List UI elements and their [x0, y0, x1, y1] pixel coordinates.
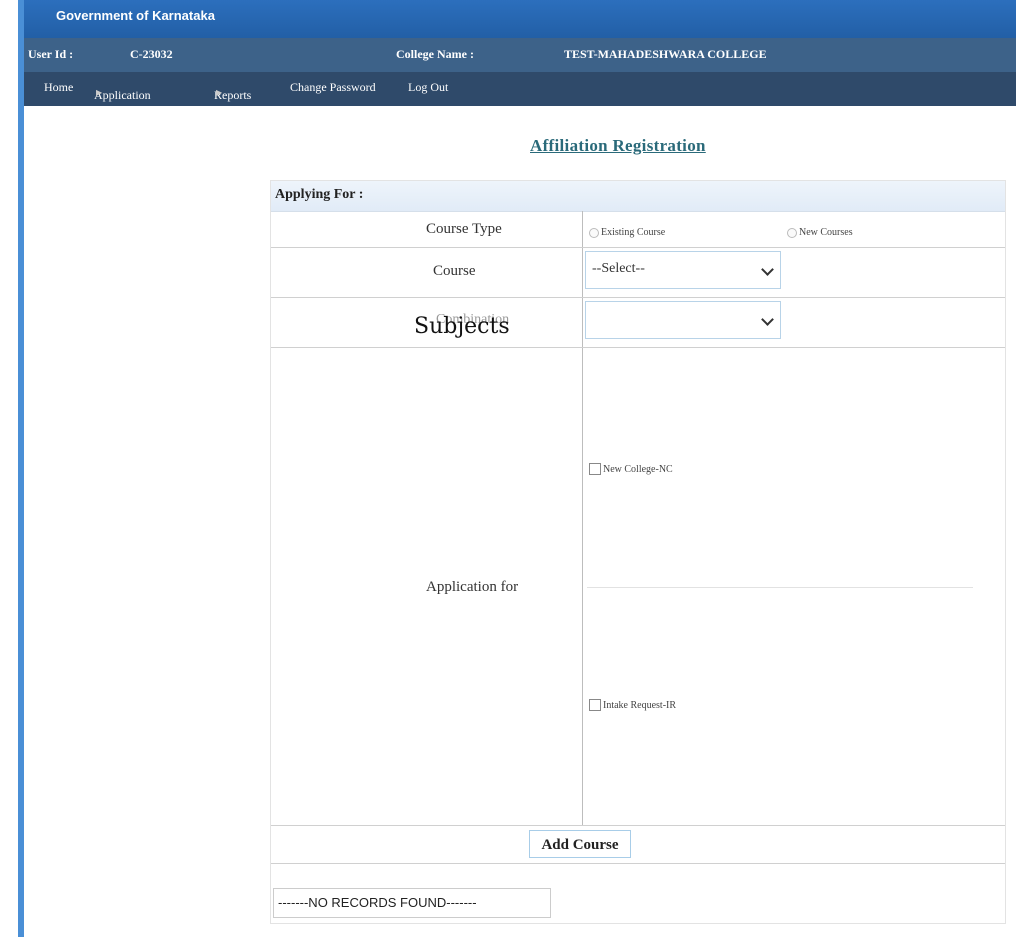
- nav-change-password[interactable]: Change Password: [290, 80, 376, 95]
- existing-course-label: Existing Course: [601, 227, 666, 238]
- radio-icon: [589, 227, 599, 238]
- radio-icon: [787, 227, 797, 238]
- intake-request-checkbox[interactable]: Intake Request-IR: [589, 699, 676, 711]
- row-divider: [271, 863, 1005, 864]
- course-select[interactable]: --Select--: [585, 251, 781, 289]
- government-title: Government of Karnataka: [56, 8, 215, 23]
- submenu-arrow-icon: ▶: [216, 88, 223, 97]
- subjects-overlay-label: Subjects: [414, 314, 510, 339]
- row-divider: [271, 297, 1005, 298]
- new-college-label: New College-NC: [603, 463, 673, 475]
- checkbox-icon: [589, 463, 601, 475]
- user-id-label: User Id :: [28, 47, 74, 61]
- submenu-arrow-icon: ▶: [96, 88, 103, 97]
- college-name-value: TEST-MAHADESHWARA COLLEGE: [564, 47, 767, 61]
- nav-home[interactable]: Home: [44, 80, 73, 95]
- row-divider: [271, 347, 1005, 348]
- registration-form: Applying For : Course Type Existing Cour…: [270, 180, 1006, 924]
- user-id-value: C-23032: [130, 47, 173, 61]
- college-name-label: College Name :: [396, 47, 474, 61]
- course-label: Course: [433, 263, 476, 279]
- option-divider: [587, 587, 973, 588]
- main-nav: Home Application ▶ Reports ▶ Change Passwo…: [24, 72, 1016, 106]
- chevron-down-icon: [761, 313, 774, 326]
- application-for-label: Application for: [426, 579, 519, 595]
- new-college-checkbox[interactable]: New College-NC: [589, 463, 673, 475]
- chevron-down-icon: [761, 263, 774, 276]
- add-course-button[interactable]: Add Course: [529, 830, 631, 858]
- intake-request-label: Intake Request-IR: [603, 699, 677, 711]
- new-courses-label: New Courses: [799, 227, 853, 238]
- no-records-message: -------NO RECORDS FOUND-------: [273, 888, 551, 918]
- user-info-bar: User Id : C-23032 College Name : TEST-MA…: [24, 38, 1016, 72]
- page-title: Affiliation Registration: [530, 136, 706, 155]
- section-header: Applying For :: [271, 181, 1005, 212]
- nav-application-label: Application: [94, 88, 151, 102]
- combination-select[interactable]: [585, 301, 781, 339]
- course-select-value: --Select--: [592, 261, 645, 276]
- existing-course-radio[interactable]: Existing Course: [589, 227, 665, 238]
- column-divider: [582, 211, 583, 825]
- checkbox-icon: [589, 699, 601, 711]
- nav-log-out[interactable]: Log Out: [408, 80, 448, 95]
- row-divider: [271, 825, 1005, 826]
- government-banner: Government of Karnataka: [24, 0, 1016, 38]
- course-type-label: Course Type: [426, 221, 502, 237]
- row-divider: [271, 247, 1005, 248]
- section-title: Applying For :: [275, 187, 364, 202]
- left-accent-stripe: [18, 0, 24, 937]
- new-courses-radio[interactable]: New Courses: [787, 227, 853, 238]
